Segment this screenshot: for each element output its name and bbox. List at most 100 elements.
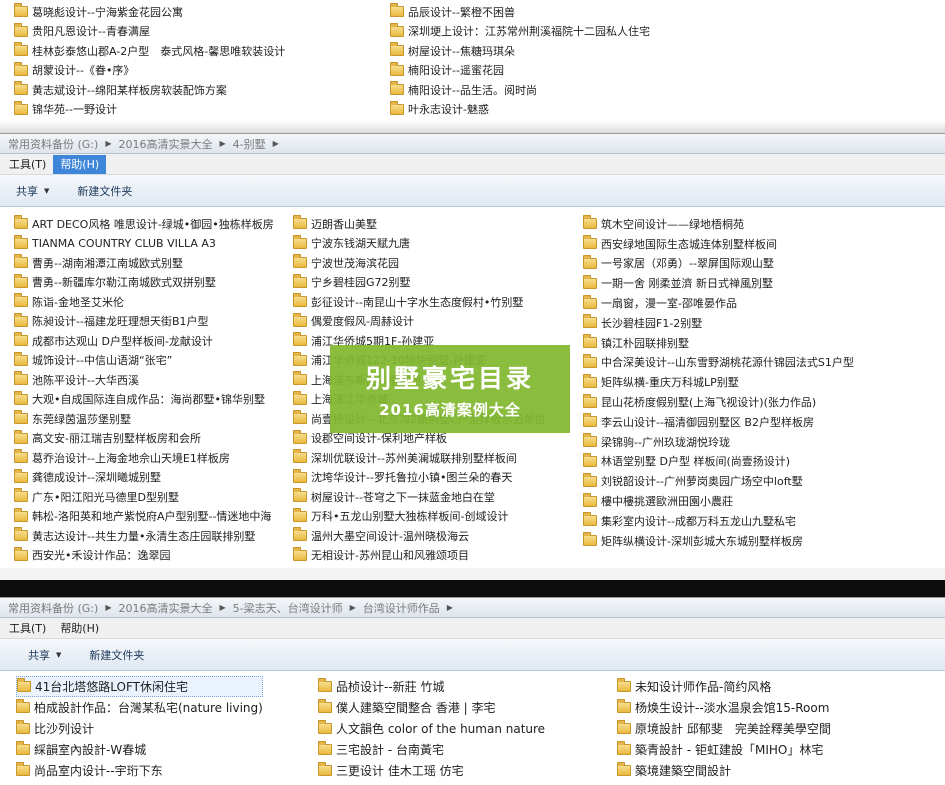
folder-item[interactable]: 大观•自成国际连自成作品：海尚郡墅•锦华别墅 [14, 390, 274, 410]
folder-item[interactable]: 李云山设计--福清御园别墅区 B2户型样板房 [583, 412, 854, 432]
folder-item[interactable]: 中合深美设计--山东雪野湖桃花源什锦园法式S1户型 [583, 353, 854, 373]
folder-item[interactable]: 一号家居（邓勇）--翠屏国际观山墅 [583, 254, 854, 274]
folder-item[interactable]: 一期一舍 刚柔並濟 新日式禅風別墅 [583, 273, 854, 293]
folder-item[interactable]: 韩松-洛阳英和地产紫悦府A户型别墅--情迷地中海 [14, 507, 274, 527]
folder-item[interactable]: 原境設計 邱郁斐 完美詮釋美學空間 [617, 718, 831, 739]
folder-item[interactable]: 锦华苑--一野设计 [14, 100, 285, 120]
new-folder-button[interactable]: 新建文件夹 [77, 183, 132, 199]
menu-help[interactable]: 帮助(H) [53, 154, 107, 174]
folder-icon [14, 410, 28, 425]
menu-tools[interactable]: 工具(T) [2, 619, 53, 638]
folder-item[interactable]: 昆山花桥度假别墅(上海飞视设计)(张力作品) [583, 392, 854, 412]
folder-item[interactable]: 一扇窗，漫一室-邵唯晏作品 [583, 293, 854, 313]
folder-item[interactable]: 深圳优联设计--苏州美澜城联排别墅样板间 [293, 448, 546, 468]
folder-item[interactable]: 三更设计 佳木工瑶 仿宅 [318, 760, 545, 781]
folder-item[interactable]: ART DECO风格 唯思设计-绿城•御园•独栋样板房 [14, 214, 274, 234]
breadcrumb-current[interactable]: 4-别墅 [233, 136, 266, 152]
folder-item[interactable]: 比沙列设计 [16, 718, 263, 739]
folder-item[interactable]: 尚品室内设计--宇珩下东 [16, 760, 263, 781]
folder-item[interactable]: 龚德成设计--深圳曦城别墅 [14, 468, 274, 488]
folder-label: 龚德成设计--深圳曦城别墅 [32, 471, 161, 485]
folder-item[interactable]: 曹勇--湖南湘潭江南城欧式别墅 [14, 253, 274, 273]
breadcrumb-drive[interactable]: 常用资料备份 (G:) [8, 600, 98, 616]
folder-item[interactable]: 偶爱度假风-周赫设计 [293, 312, 546, 332]
folder-item[interactable]: 成都市达观山 D户型样板间-龙献设计 [14, 331, 274, 351]
breadcrumb[interactable]: 常用资料备份 (G:) ▶ 2016高清实景大全 ▶ 5-梁志天、台湾设计师 ▶… [0, 598, 945, 618]
folder-item[interactable]: 高文安-丽江瑞吉别墅样板房和会所 [14, 429, 274, 449]
new-folder-button[interactable]: 新建文件夹 [89, 647, 144, 663]
folder-icon [390, 100, 404, 115]
folder-item[interactable]: 深圳埂上设计：江苏常州荆溪福院十二园私人住宅 [390, 22, 650, 42]
folder-item[interactable]: 迈朗香山美墅 [293, 214, 546, 234]
folder-icon [293, 390, 307, 405]
share-button[interactable]: 共享 ▼ [28, 647, 61, 663]
folder-item[interactable]: 品辰设计--繁橙不困兽 [390, 2, 650, 22]
menu-help[interactable]: 帮助(H) [53, 619, 106, 638]
breadcrumb-folder[interactable]: 2016高清实景大全 [118, 136, 212, 152]
folder-item[interactable]: 沈垮华设计--罗托鲁拉小镇•图兰朵的春天 [293, 468, 546, 488]
folder-item[interactable]: 彭征设计--南昆山十字水生态度假村•竹别墅 [293, 292, 546, 312]
folder-item[interactable]: 万科•五龙山别墅大独栋样板间-创域设计 [293, 507, 546, 527]
folder-item[interactable]: 僕人建築空間整合 香港 | 李宅 [318, 697, 545, 718]
folder-item[interactable]: 温州大墨空间设计-温州晓极海云 [293, 526, 546, 546]
folder-item[interactable]: 树屋设计--苍穹之下一抹蓝金地白在堂 [293, 487, 546, 507]
folder-item[interactable]: 曹勇--新疆库尔勒江南城欧式双拼别墅 [14, 273, 274, 293]
breadcrumb[interactable]: 常用资料备份 (G:) ▶ 2016高清实景大全 ▶ 4-别墅 ▶ [0, 134, 945, 154]
folder-item[interactable]: 楠阳设计--品生活。阅时尚 [390, 80, 650, 100]
folder-item[interactable]: 宁乡碧桂园G72别墅 [293, 273, 546, 293]
folder-item[interactable]: 綵韻室內設計-W春城 [16, 739, 263, 760]
folder-item[interactable]: 长沙碧桂园F1-2别墅 [583, 313, 854, 333]
folder-item[interactable]: 树屋设计--焦糖玛琪朵 [390, 41, 650, 61]
folder-item[interactable]: 柏成設計作品：台灣某私宅(nature living) [16, 697, 263, 718]
folder-item[interactable]: 未知设计师作品-简约风格 [617, 676, 831, 697]
folder-item[interactable]: 黄志斌设计--绵阳某样板房软装配饰方案 [14, 80, 285, 100]
breadcrumb-folder[interactable]: 2016高清实景大全 [118, 600, 212, 616]
menu-tools[interactable]: 工具(T) [2, 155, 53, 174]
folder-item[interactable]: 无相设计-苏州昆山和风雅颂项目 [293, 546, 546, 566]
folder-item[interactable]: 築青設計 - 钜虹建設「MIHO」林宅 [617, 739, 831, 760]
folder-item[interactable]: 葛乔治设计--上海金地佘山天境E1样板房 [14, 448, 274, 468]
folder-item[interactable]: 胡蒙设计--《眷•序》 [14, 61, 285, 81]
folder-item[interactable]: 西安绿地国际生态城连体别墅样板间 [583, 234, 854, 254]
folder-item[interactable]: 矩阵纵横设计-深圳彭城大东城别墅样板房 [583, 531, 854, 551]
folder-item[interactable]: 矩阵纵横-重庆万科城LP别墅 [583, 372, 854, 392]
folder-item[interactable]: TIANMA COUNTRY CLUB VILLA A3 [14, 234, 274, 254]
folder-item[interactable]: 品桢设计--新莊 竹城 [318, 676, 545, 697]
folder-item[interactable]: 陈诣-金地圣艾米伦 [14, 292, 274, 312]
folder-item[interactable]: 城饰设计--中信山语湖“张宅” [14, 351, 274, 371]
folder-item[interactable]: 桂林彭泰悠山郡A-2户型 泰式风格-馨思唯软装设计 [14, 41, 285, 61]
folder-column-1: 41台北塔悠路LOFT休闲住宅 柏成設計作品：台灣某私宅(nature livin… [16, 676, 263, 781]
folder-item[interactable]: 刘锐韶设计--广州萝岗奥园广场空中loft墅 [583, 471, 854, 491]
folder-item[interactable]: 人文韻色 color of the human nature [318, 718, 545, 739]
folder-item[interactable]: 杨焕生设计--淡水温泉会馆15-Room [617, 697, 831, 718]
breadcrumb-folder[interactable]: 5-梁志天、台湾设计师 [233, 600, 343, 616]
folder-item[interactable]: 广东•阳江阳光马德里D型别墅 [14, 487, 274, 507]
folder-icon [583, 433, 597, 448]
folder-item[interactable]: 葛晓彪设计--宁海紫金花园公寓 [14, 2, 285, 22]
folder-item[interactable]: 黄志达设计--共生力量•永清生态庄园联排别墅 [14, 526, 274, 546]
share-button[interactable]: 共享 ▼ [16, 183, 49, 199]
folder-item[interactable]: 叶永志设计-魅惑 [390, 100, 650, 120]
breadcrumb-drive[interactable]: 常用资料备份 (G:) [8, 136, 98, 152]
folder-item[interactable]: 楠阳设计--遥蜜花园 [390, 61, 650, 81]
folder-label: 宁乡碧桂园G72别墅 [311, 276, 411, 290]
folder-item[interactable]: 镇江朴园联排别墅 [583, 333, 854, 353]
folder-item[interactable]: 三宅設計 - 台南黃宅 [318, 739, 545, 760]
folder-item[interactable]: 41台北塔悠路LOFT休闲住宅 [16, 676, 263, 697]
folder-item[interactable]: 梁锦驹--广州玖珑湖悦玲珑 [583, 432, 854, 452]
folder-item[interactable]: 樓中樓挑選歐洲田園小農莊 [583, 491, 854, 511]
breadcrumb-current[interactable]: 台湾设计师作品 [363, 600, 440, 616]
folder-item[interactable]: 筑木空间设计——绿地梧桐苑 [583, 214, 854, 234]
folder-item[interactable]: 东莞绿茵温莎堡别墅 [14, 409, 274, 429]
folder-item[interactable]: 贵阳凡恩设计--青春满屋 [14, 22, 285, 42]
folder-item[interactable]: 宁波东钱湖天赋九唐 [293, 234, 546, 254]
folder-item[interactable]: 林语堂别墅 D户型 样板间(尚壹扬设计) [583, 452, 854, 472]
folder-item[interactable]: 陈昶设计--福建龙旺理想天街B1户型 [14, 312, 274, 332]
folder-item[interactable]: 西安光•禾设计作品：逸翠园 [14, 546, 274, 566]
folder-item[interactable]: 池陈平设计--大华西溪 [14, 370, 274, 390]
folder-item[interactable]: 宁波世茂海滨花园 [293, 253, 546, 273]
folder-column-3: 筑木空间设计——绿地梧桐苑 西安绿地国际生态城连体别墅样板间 一号家居（邓勇）--翠… [583, 214, 854, 551]
folder-item[interactable]: 集彩室内设计--成都万科五龙山九墅私宅 [583, 511, 854, 531]
folder-item[interactable]: 築境建築空間設計 [617, 760, 831, 781]
status-area [0, 568, 945, 580]
